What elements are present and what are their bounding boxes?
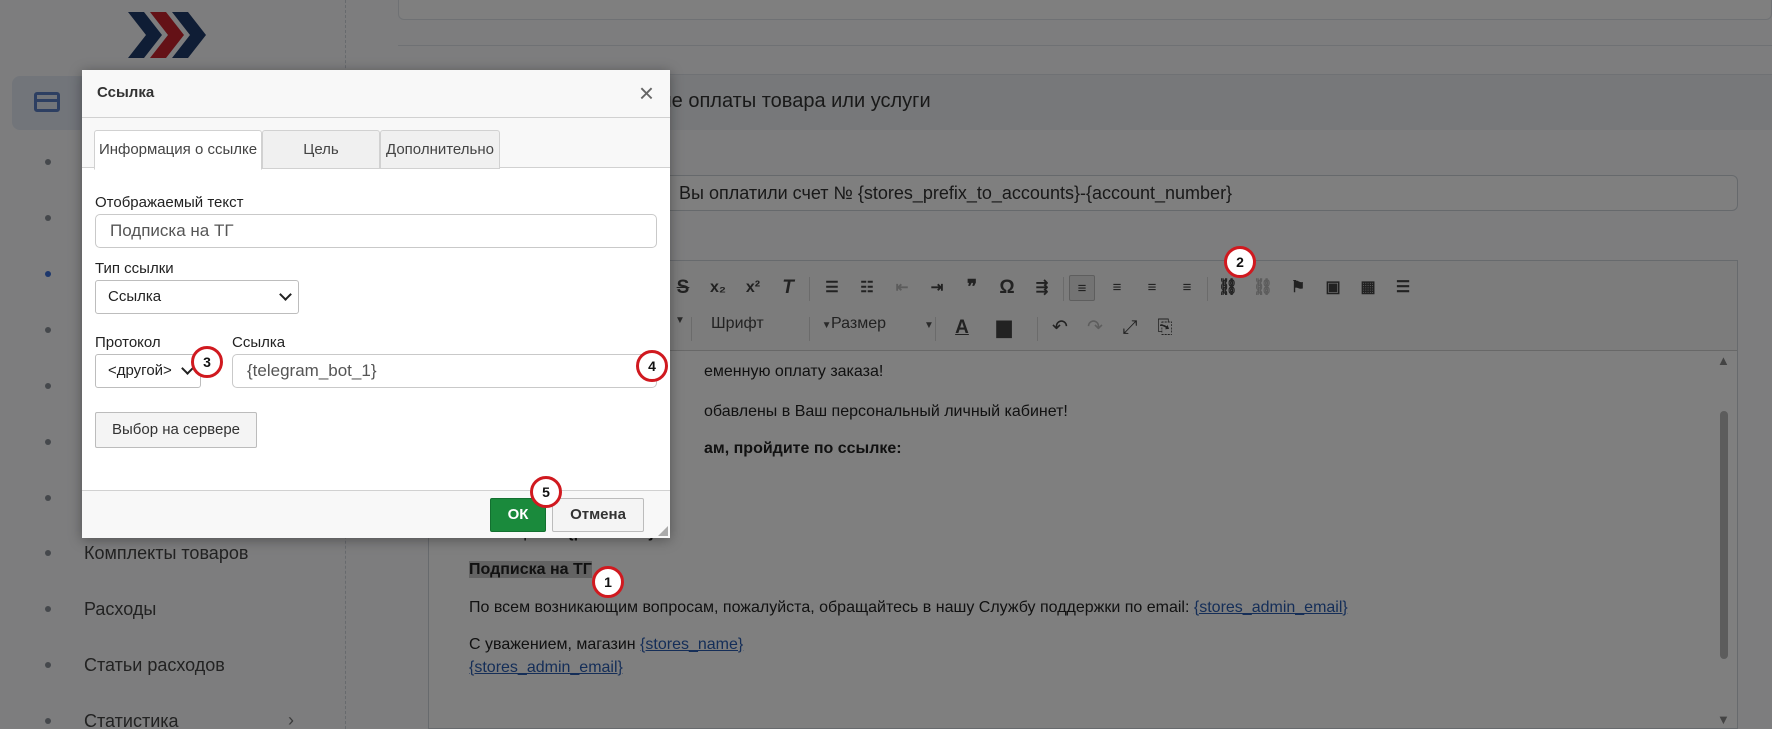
step-marker-5: 5 [530,476,562,508]
step-marker-1: 1 [592,566,624,598]
tab-link-info[interactable]: Информация о ссылке [94,130,262,170]
browse-server-button[interactable]: Выбор на сервере [95,412,257,448]
step-marker-4: 4 [636,350,668,382]
display-text-label: Отображаемый текст [95,194,244,211]
tab-target[interactable]: Цель [262,130,380,169]
tab-advanced[interactable]: Дополнительно [380,130,500,169]
chevron-down-icon [279,288,292,301]
dialog-titlebar: Ссылка × [82,70,670,118]
resize-handle-icon[interactable] [658,526,668,536]
link-type-select[interactable]: Ссылка [95,280,299,314]
step-marker-2: 2 [1224,246,1256,278]
link-dialog: Ссылка × Информация о ссылке Цель Дополн… [82,70,670,538]
step-marker-3: 3 [191,346,223,378]
close-icon[interactable]: × [639,78,654,109]
protocol-label: Протокол [95,334,161,351]
protocol-select[interactable]: <другой> [95,354,201,388]
url-label: Ссылка [232,334,286,351]
link-type-value: Ссылка [108,288,162,305]
protocol-value: <другой> [108,362,172,379]
dialog-footer: ОК Отмена [82,490,670,538]
link-type-label: Тип ссылки [95,260,174,277]
cancel-button[interactable]: Отмена [552,498,644,532]
url-input[interactable]: {telegram_bot_1} [232,354,657,388]
dialog-tabs: Информация о ссылке Цель Дополнительно [82,118,670,170]
display-text-input[interactable]: Подписка на ТГ [95,214,657,248]
dialog-title: Ссылка [97,84,155,101]
